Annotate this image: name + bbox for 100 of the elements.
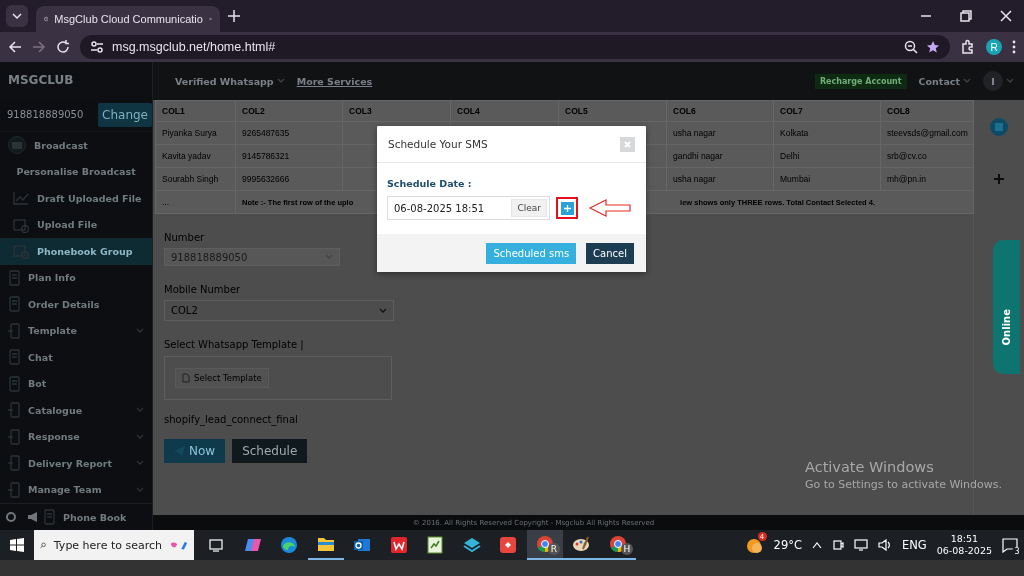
profile-badge: H: [621, 543, 633, 555]
sidebar-item[interactable]: Delivery Report: [0, 450, 152, 477]
sidebar-item[interactable]: Template: [0, 317, 152, 344]
chevron-down-icon: [379, 307, 387, 314]
reload-icon[interactable]: [56, 40, 70, 54]
table-cell: 9995632666: [235, 167, 343, 191]
notification-icon[interactable]: [1002, 537, 1018, 553]
windows-icon[interactable]: [10, 538, 24, 552]
folder-icon[interactable]: [316, 536, 335, 552]
chevron-down-icon: [136, 433, 144, 440]
sidebar-item[interactable]: Upload File: [0, 211, 152, 238]
task-view-icon[interactable]: [208, 537, 225, 553]
table-cell: mh@pn.in: [880, 167, 974, 191]
megaphone-icon[interactable]: [27, 511, 39, 523]
watermark-title: Activate Windows: [805, 459, 935, 475]
device-icon: [8, 428, 20, 445]
chevron-down-icon: [276, 78, 285, 84]
site-settings-icon[interactable]: [90, 40, 104, 54]
sidebar-item[interactable]: Response: [0, 423, 152, 450]
sidebar-item[interactable]: Manage Team: [0, 476, 152, 503]
palette-icon[interactable]: [572, 535, 591, 553]
select-template-button[interactable]: Select Template: [175, 368, 269, 388]
address-bar[interactable]: msg.msgclub.net/home.html#: [80, 35, 950, 59]
sidebar-item[interactable]: Order Details: [0, 291, 152, 318]
table-cell: Sourabh Singh: [155, 167, 236, 191]
nav-link[interactable]: More Services: [296, 75, 373, 87]
remote-app-icon[interactable]: [499, 536, 518, 554]
meet-now-icon[interactable]: [832, 539, 844, 551]
table-cell: gandhi nagar: [666, 144, 774, 168]
search-field[interactable]: Type here to search: [34, 530, 194, 560]
sidebar-item[interactable]: Plan Info: [0, 264, 152, 291]
profile-avatar[interactable]: R: [986, 39, 1002, 55]
sidebar-item[interactable]: Bot: [0, 370, 152, 397]
language-indicator[interactable]: ENG: [902, 538, 927, 552]
column-header: COL2: [235, 100, 343, 122]
field-label: Mobile Number: [164, 284, 242, 295]
document-app-icon[interactable]: [389, 536, 408, 554]
spreadsheet-icon[interactable]: [426, 536, 445, 554]
mail-icon[interactable]: [353, 536, 372, 554]
device-icon: [8, 402, 20, 419]
user-avatar[interactable]: I: [983, 71, 1003, 91]
notification-count: 3: [1012, 547, 1022, 556]
table-cell: srb@cv.co: [880, 144, 974, 168]
column-header: COL6: [666, 100, 774, 122]
date-field[interactable]: 06-08-2025 18:51 Clear: [387, 196, 550, 220]
forward-icon[interactable]: [32, 40, 46, 54]
layers-icon[interactable]: [462, 537, 481, 553]
template-picker-field[interactable]: Select Template: [164, 356, 392, 400]
extensions-icon[interactable]: [960, 39, 976, 55]
tablet-icon: [8, 296, 20, 313]
chevron-down-icon: [136, 486, 144, 493]
table-cell: 9145786321: [235, 144, 343, 168]
taskbar-app[interactable]: H: [599, 530, 636, 560]
schedule-button[interactable]: Schedule: [232, 439, 308, 463]
column-header: COL3: [342, 100, 451, 122]
clear-button[interactable]: Clear: [511, 199, 547, 217]
change-button[interactable]: Change: [98, 102, 152, 127]
table-cell: Kavita yadav: [155, 144, 236, 168]
contact-menu[interactable]: Contact: [918, 75, 960, 87]
restore-icon[interactable]: [960, 10, 972, 22]
sidebar-item[interactable]: Personalise Broadcast: [0, 158, 152, 185]
speaker-icon[interactable]: [878, 539, 892, 551]
sidebar-item[interactable]: Phone Book: [39, 503, 152, 531]
table-cell: Mumbai: [773, 167, 881, 191]
sidebar-item[interactable]: Broadcast: [0, 132, 152, 159]
chevron-up-icon[interactable]: [812, 541, 822, 549]
table-cell: Delhi: [773, 144, 881, 168]
zoom-icon[interactable]: [904, 40, 918, 54]
table-cell: Kolkata: [773, 121, 881, 145]
device-icon: [8, 322, 20, 339]
wave-icon[interactable]: [280, 536, 299, 554]
sidebar-item[interactable]: Catalogue: [0, 397, 152, 424]
network-icon[interactable]: [854, 539, 868, 551]
now-button[interactable]: Now: [164, 439, 226, 463]
browser-tab[interactable]: MsgClub Cloud Communicatio: [36, 6, 220, 32]
sidebar-item[interactable]: Draft Uploaded File: [0, 185, 152, 212]
number-select[interactable]: 918818889050: [164, 248, 340, 266]
back-icon[interactable]: [8, 40, 22, 54]
online-tab[interactable]: Online: [993, 240, 1020, 374]
gear-icon[interactable]: [5, 511, 17, 523]
column-header: COL5: [558, 100, 667, 122]
star-icon[interactable]: [926, 40, 940, 54]
sidebar-item[interactable]: Phonebook Group: [0, 238, 152, 265]
swirl-icon[interactable]: [243, 536, 262, 554]
clock[interactable]: 18:51 06-08-2025: [936, 533, 992, 557]
sidebar-item[interactable]: Chat: [0, 344, 152, 371]
tablet-icon: [8, 269, 20, 286]
table-cell: ...: [155, 190, 236, 214]
menu-icon[interactable]: [1012, 40, 1016, 54]
tab-list-icon[interactable]: [6, 5, 28, 27]
nav-menu[interactable]: Verified Whatsapp: [175, 75, 274, 87]
calendar-icon: [13, 243, 29, 260]
mobile-number-select[interactable]: COL2: [164, 300, 394, 321]
device-icon: [8, 455, 20, 472]
arrow-drawing: [588, 198, 632, 218]
cancel-button[interactable]: Cancel: [586, 242, 634, 264]
new-tab-icon[interactable]: [228, 10, 240, 22]
recharge-button[interactable]: Recharge Account: [814, 73, 907, 89]
taskbar-app[interactable]: R: [526, 530, 563, 560]
scheduled-sms-button[interactable]: Scheduled sms: [486, 242, 577, 264]
